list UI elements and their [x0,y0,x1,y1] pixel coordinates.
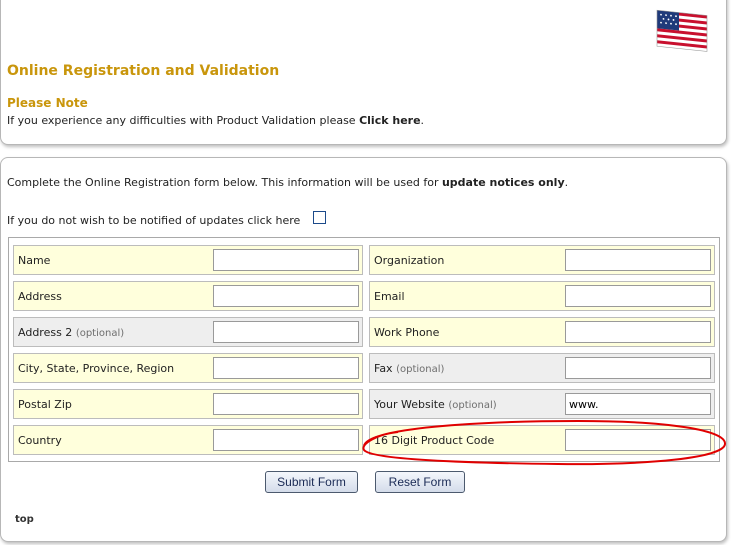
country-input[interactable] [213,429,359,451]
postal-zip-input[interactable] [213,393,359,415]
field-row-organization: Organization [369,245,715,275]
field-label-product-code: 16 Digit Product Code [374,434,495,447]
address2-input[interactable] [213,321,359,343]
optout-checkbox[interactable] [313,211,326,224]
name-input[interactable] [213,249,359,271]
city-input[interactable] [213,357,359,379]
field-row-postal: Postal Zip [13,389,363,419]
field-row-email: Email [369,281,715,311]
field-label-work-phone: Work Phone [374,326,440,339]
submit-form-button[interactable]: Submit Form [265,471,358,493]
page-title: Online Registration and Validation [7,63,280,79]
field-label-email: Email [374,290,405,303]
field-row-country: Country [13,425,363,455]
intro-text-bold: update notices only [441,176,565,189]
top-link[interactable]: top [15,514,34,525]
field-label-name: Name [18,254,51,267]
field-row-website: Your Website (optional) [369,389,715,419]
field-row-fax: Fax (optional) [369,353,715,383]
note-text-end: . [420,114,425,127]
optional-tag: (optional) [396,364,445,375]
field-row-product-code: 16 Digit Product Code [369,425,715,455]
us-flag-icon [656,9,708,52]
website-input[interactable] [565,393,711,415]
field-label-address: Address [18,290,62,303]
note-heading: Please Note [7,96,88,110]
note-text-body: If you experience any difficulties with … [7,114,360,127]
field-label-organization: Organization [374,254,445,267]
product-code-input[interactable] [565,429,711,451]
optional-tag: (optional) [75,328,125,339]
intro-text-end: . [564,176,569,189]
reset-form-button[interactable]: Reset Form [375,471,465,493]
field-label-postal: Postal Zip [18,398,72,411]
optout-label: If you do not wish to be notified of upd… [7,214,301,227]
fax-input[interactable] [565,357,711,379]
field-row-name: Name [13,245,363,275]
work-phone-input[interactable] [565,321,711,343]
field-label-address2: Address 2 (optional) [18,326,125,339]
click-here-link[interactable]: Click here [359,114,420,127]
intro-text: Complete the Online Registration form be… [7,176,568,189]
email-input[interactable] [565,285,711,307]
optional-tag: (optional) [448,400,497,411]
field-label-fax: Fax (optional) [374,362,445,375]
field-row-address: Address [13,281,363,311]
organization-input[interactable] [565,249,711,271]
field-row-city: City, State, Province, Region [13,353,363,383]
field-label-country: Country [18,434,62,447]
field-label-website: Your Website (optional) [374,398,497,411]
intro-text-body: Complete the Online Registration form be… [7,176,442,189]
field-label-city: City, State, Province, Region [18,362,175,375]
note-text: If you experience any difficulties with … [7,114,424,127]
field-row-address2: Address 2 (optional) [13,317,363,347]
address-input[interactable] [213,285,359,307]
field-row-work-phone: Work Phone [369,317,715,347]
